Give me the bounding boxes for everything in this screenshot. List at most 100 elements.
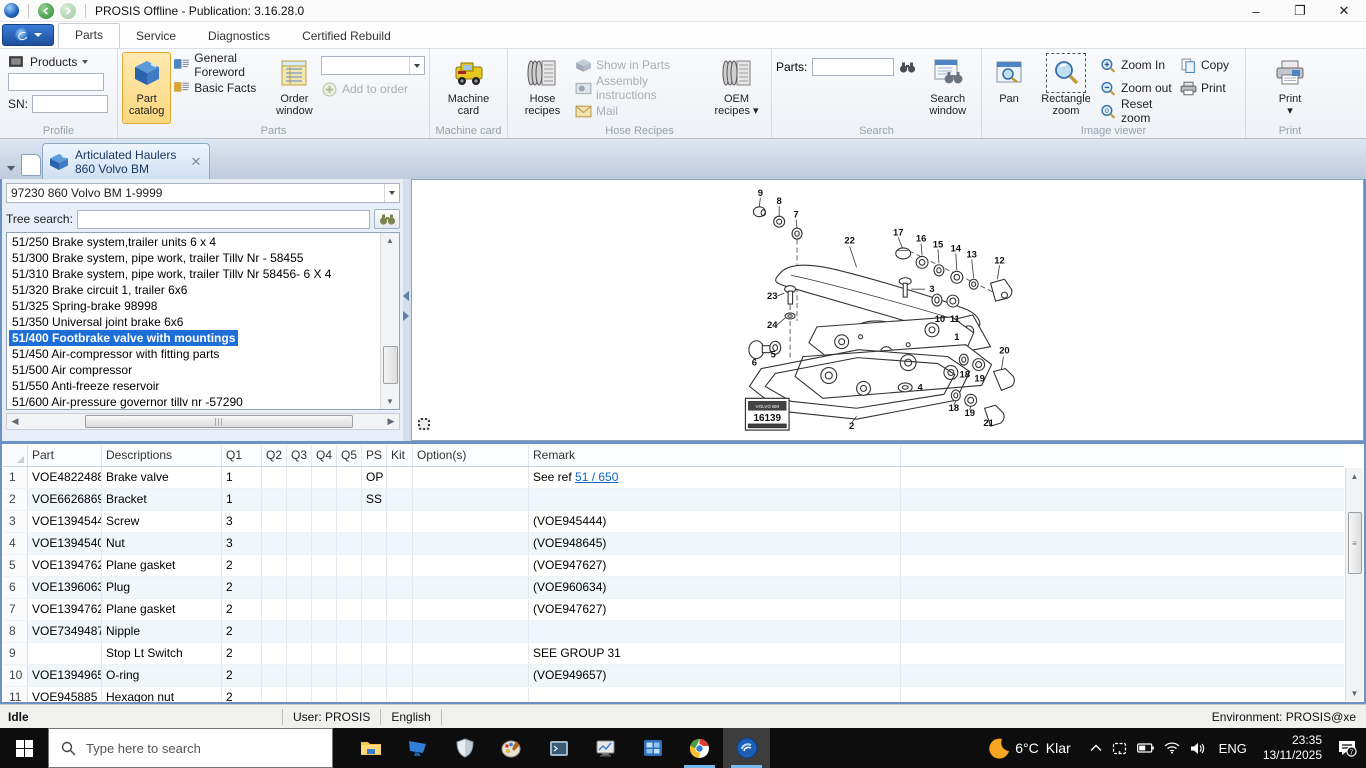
scroll-up-icon[interactable]: ▲ bbox=[1346, 468, 1363, 484]
assembly-instructions-button[interactable]: Assembly instructions bbox=[575, 74, 704, 102]
blue-app-button[interactable] bbox=[629, 728, 676, 768]
column-header-descriptions[interactable]: Descriptions bbox=[102, 445, 222, 466]
oem-recipes-button[interactable]: OEM recipes ▾ bbox=[706, 52, 767, 124]
order-window-button[interactable]: Order window bbox=[270, 52, 319, 124]
console-button[interactable] bbox=[535, 728, 582, 768]
close-button[interactable]: ✕ bbox=[1322, 0, 1366, 22]
tab-parts[interactable]: Parts bbox=[58, 23, 121, 48]
machine-card-button[interactable]: Machine card bbox=[436, 52, 502, 124]
minimize-button[interactable]: – bbox=[1234, 0, 1278, 22]
sn-input[interactable] bbox=[32, 95, 109, 113]
column-header-ps[interactable]: PS bbox=[362, 445, 387, 466]
table-row[interactable]: 3 VOE13945444 Screw 3 (VOE945444) bbox=[3, 511, 1344, 533]
copy-button[interactable]: Copy bbox=[1180, 56, 1232, 74]
chrome-button[interactable] bbox=[676, 728, 723, 768]
wifi-icon[interactable] bbox=[1159, 742, 1185, 754]
file-explorer-button[interactable] bbox=[347, 728, 394, 768]
column-header-q5[interactable]: Q5 bbox=[337, 445, 362, 466]
tree-vertical-scrollbar[interactable]: ▲ ▼ bbox=[380, 233, 399, 409]
prosis-taskbar-button[interactable] bbox=[723, 728, 770, 768]
table-row[interactable]: 6 VOE13960634 Plug 2 (VOE960634) bbox=[3, 577, 1344, 599]
tab-service[interactable]: Service bbox=[120, 25, 192, 48]
select-all-cell[interactable] bbox=[3, 445, 28, 466]
column-header-remark[interactable]: Remark bbox=[529, 445, 901, 466]
binoculars-icon[interactable] bbox=[899, 60, 916, 75]
pan-button[interactable]: Pan bbox=[986, 52, 1032, 124]
product-input[interactable] bbox=[8, 73, 104, 91]
table-row[interactable]: 9 Stop Lt Switch 2 SEE GROUP 31 bbox=[3, 643, 1344, 665]
tree-item[interactable]: 51/310 Brake system, pipe work, trailer … bbox=[9, 266, 334, 282]
tree-item[interactable]: 51/300 Brake system, pipe work, trailer … bbox=[9, 250, 306, 266]
hose-recipes-button[interactable]: Hose recipes bbox=[512, 52, 573, 124]
tree-item[interactable]: 51/550 Anti-freeze reservoir bbox=[9, 378, 162, 394]
zoom-in-button[interactable]: Zoom In bbox=[1100, 56, 1178, 74]
image-pan-handle[interactable] bbox=[418, 418, 430, 430]
general-foreword-button[interactable]: General Foreword bbox=[173, 51, 268, 79]
add-to-order-button[interactable]: Add to order bbox=[321, 80, 425, 98]
tree-item[interactable]: 51/450 Air-compressor with fitting parts bbox=[9, 346, 222, 362]
notification-center-button[interactable]: 7 bbox=[1328, 739, 1366, 757]
tree-item[interactable]: 51/325 Spring-brake 98998 bbox=[9, 298, 160, 314]
tab-certified-rebuild[interactable]: Certified Rebuild bbox=[286, 25, 407, 48]
tree-item[interactable]: 51/400 Footbrake valve with mountings bbox=[9, 330, 239, 346]
table-vertical-scrollbar[interactable]: ▲ ≡ ▼ bbox=[1345, 468, 1363, 701]
weather-widget[interactable]: 6°C Klar bbox=[1015, 740, 1084, 756]
tablet-mode-icon[interactable] bbox=[1107, 742, 1132, 755]
tree-item[interactable]: 51/600 Air-pressure governor tillv nr -5… bbox=[9, 394, 246, 409]
weather-moon-icon[interactable] bbox=[983, 737, 1015, 759]
forward-button[interactable] bbox=[60, 2, 76, 19]
scrollbar-thumb[interactable]: ≡ bbox=[1347, 512, 1362, 574]
show-in-parts-button[interactable]: Show in Parts bbox=[575, 56, 704, 74]
collapse-right-icon[interactable] bbox=[403, 311, 409, 321]
tree-item[interactable]: 51/500 Air compressor bbox=[9, 362, 135, 378]
table-row[interactable]: 2 VOE6626869 Bracket 1 SS bbox=[3, 489, 1344, 511]
clock[interactable]: 23:35 13/11/2025 bbox=[1255, 733, 1328, 763]
mail-button[interactable]: Mail bbox=[575, 102, 704, 120]
tab-list-dropdown-button[interactable] bbox=[3, 161, 18, 176]
products-button[interactable]: Products bbox=[8, 54, 109, 69]
scroll-up-icon[interactable]: ▲ bbox=[381, 233, 399, 248]
scroll-down-icon[interactable]: ▼ bbox=[381, 394, 399, 409]
table-row[interactable]: 4 VOE13945408 Nut 3 (VOE948645) bbox=[3, 533, 1344, 555]
scrollbar-thumb[interactable]: ||| bbox=[85, 415, 353, 428]
tree-horizontal-scrollbar[interactable]: ◀ ||| ▶ bbox=[6, 413, 400, 430]
column-header-q1[interactable]: Q1 bbox=[222, 445, 262, 466]
column-header-kit[interactable]: Kit bbox=[387, 445, 413, 466]
scroll-right-icon[interactable]: ▶ bbox=[383, 416, 399, 427]
restore-button[interactable]: ❐ bbox=[1278, 0, 1322, 22]
language-indicator[interactable]: ENG bbox=[1211, 741, 1255, 756]
panel-splitter[interactable] bbox=[403, 179, 411, 441]
tree-item[interactable]: 51/320 Brake circuit 1, trailer 6x6 bbox=[9, 282, 190, 298]
model-select[interactable]: 97230 860 Volvo BM 1-9999 bbox=[6, 183, 400, 203]
part-catalog-button[interactable]: Part catalog bbox=[122, 52, 172, 124]
battery-icon[interactable] bbox=[1132, 743, 1159, 753]
scrollbar-thumb[interactable] bbox=[382, 346, 398, 384]
remark-link[interactable]: 51 / 650 bbox=[575, 470, 618, 484]
table-row[interactable]: 1 VOE4822488 Brake valve 1 OP See ref 51… bbox=[3, 467, 1344, 489]
tree-item[interactable]: 51/250 Brake system,trailer units 6 x 4 bbox=[9, 234, 219, 250]
column-header-q2[interactable]: Q2 bbox=[262, 445, 287, 466]
zoom-out-button[interactable]: Zoom out bbox=[1100, 79, 1178, 97]
tray-chevron-icon[interactable] bbox=[1085, 744, 1107, 752]
image-viewer-panel[interactable]: VOLVO BM 16139 9 8 7 22 17 16 15 14 13 12 3 23 24 10 1… bbox=[411, 179, 1364, 441]
scroll-left-icon[interactable]: ◀ bbox=[7, 416, 23, 427]
paint-button[interactable] bbox=[488, 728, 535, 768]
taskbar-search[interactable]: Type here to search bbox=[48, 728, 333, 768]
column-header-options[interactable]: Option(s) bbox=[413, 445, 529, 466]
table-row[interactable]: 11 VOE945885 Hexagon nut 2 bbox=[3, 687, 1344, 702]
back-button[interactable] bbox=[38, 2, 54, 19]
rectangle-zoom-button[interactable]: Rectangle zoom bbox=[1034, 52, 1098, 124]
system-monitor-button[interactable] bbox=[582, 728, 629, 768]
speaker-icon[interactable] bbox=[1185, 742, 1211, 755]
print-small-button[interactable]: Print bbox=[1180, 79, 1232, 97]
pc-settings-button[interactable] bbox=[394, 728, 441, 768]
document-tab-articulated-haulers[interactable]: Articulated Haulers 860 Volvo BM ✕ bbox=[42, 143, 210, 179]
search-window-button[interactable]: Search window bbox=[918, 52, 977, 124]
close-tab-icon[interactable]: ✕ bbox=[189, 154, 203, 170]
reset-zoom-button[interactable]: 0 Reset zoom bbox=[1100, 97, 1178, 125]
collapse-left-icon[interactable] bbox=[403, 291, 409, 301]
new-page-icon[interactable] bbox=[21, 154, 41, 176]
tree-item[interactable]: 51/350 Universal joint brake 6x6 bbox=[9, 314, 186, 330]
table-row[interactable]: 5 VOE13947627 Plane gasket 2 (VOE947627) bbox=[3, 555, 1344, 577]
start-button[interactable] bbox=[0, 728, 48, 768]
